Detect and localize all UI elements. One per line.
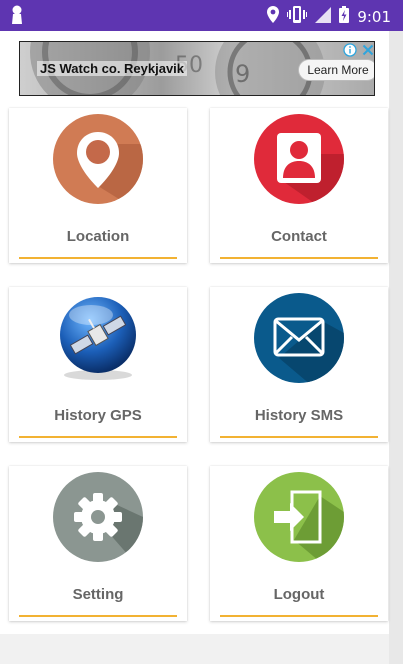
keyhole-icon <box>10 5 24 30</box>
history-gps-label: History GPS <box>54 407 142 424</box>
history-sms-label: History SMS <box>254 407 344 424</box>
location-pin-icon <box>53 114 143 204</box>
ad-banner[interactable]: 50 9 JS Watch co. Reykjavik Learn More <box>19 41 375 96</box>
svg-text:9: 9 <box>235 60 250 88</box>
vibrate-icon <box>287 6 308 28</box>
contact-card[interactable]: Contact <box>210 108 388 263</box>
accent-underline <box>220 615 378 617</box>
scroll-edge <box>389 31 403 664</box>
logout-icon <box>254 472 344 562</box>
learn-more-button[interactable]: Learn More <box>298 59 374 81</box>
history-gps-card[interactable]: History GPS <box>9 287 187 442</box>
logout-label: Logout <box>273 586 325 603</box>
battery-charging-icon <box>339 6 350 28</box>
setting-label: Setting <box>72 586 124 603</box>
accent-underline <box>220 436 378 438</box>
accent-underline <box>19 257 177 259</box>
location-card[interactable]: Location <box>9 108 187 263</box>
location-pin-icon <box>267 6 280 28</box>
adchoices-info-icon[interactable] <box>343 43 357 57</box>
history-sms-card[interactable]: History SMS <box>210 287 388 442</box>
close-icon[interactable] <box>361 43 374 57</box>
ad-title[interactable]: JS Watch co. Reykjavik <box>37 61 188 76</box>
accent-underline <box>19 615 177 617</box>
accent-underline <box>220 257 378 259</box>
setting-card[interactable]: Setting <box>9 466 187 621</box>
accent-underline <box>19 436 177 438</box>
satellite-icon <box>53 293 143 383</box>
logout-card[interactable]: Logout <box>210 466 388 621</box>
bottom-strip <box>0 634 389 664</box>
clock-time: 9:01 <box>357 8 391 26</box>
signal-icon <box>315 6 332 28</box>
gear-icon <box>53 472 143 562</box>
contact-person-icon <box>254 114 344 204</box>
location-label: Location <box>66 228 130 245</box>
envelope-icon <box>254 293 344 383</box>
status-bar: 9:01 <box>0 0 403 31</box>
contact-label: Contact <box>271 228 327 245</box>
